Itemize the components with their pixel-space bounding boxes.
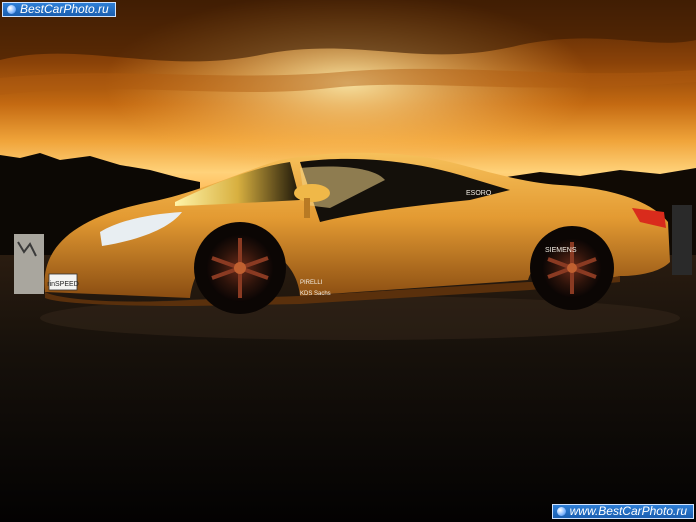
- decal-kds: KDS Sachs: [300, 291, 331, 297]
- globe-icon: [7, 5, 16, 14]
- decal-siemens: SIEMENS: [545, 247, 577, 254]
- watermark-top[interactable]: BestCarPhoto.ru: [2, 2, 116, 17]
- decal-pirelli: PIRELLI: [300, 280, 323, 286]
- window-decal: ESORO: [466, 190, 492, 197]
- watermark-bottom[interactable]: www.BestCarPhoto.ru: [551, 504, 694, 519]
- photo-scene: rinSPEED ESORO SIEMENS PIRELLI KDS Sachs…: [0, 0, 696, 522]
- globe-icon: [556, 507, 566, 516]
- watermark-bottom-text: www.BestCarPhoto.ru: [569, 504, 687, 518]
- car-photo: rinSPEED ESORO SIEMENS PIRELLI KDS Sachs: [0, 0, 696, 522]
- license-plate: rinSPEED: [47, 281, 79, 288]
- watermark-top-text: BestCarPhoto.ru: [20, 2, 109, 16]
